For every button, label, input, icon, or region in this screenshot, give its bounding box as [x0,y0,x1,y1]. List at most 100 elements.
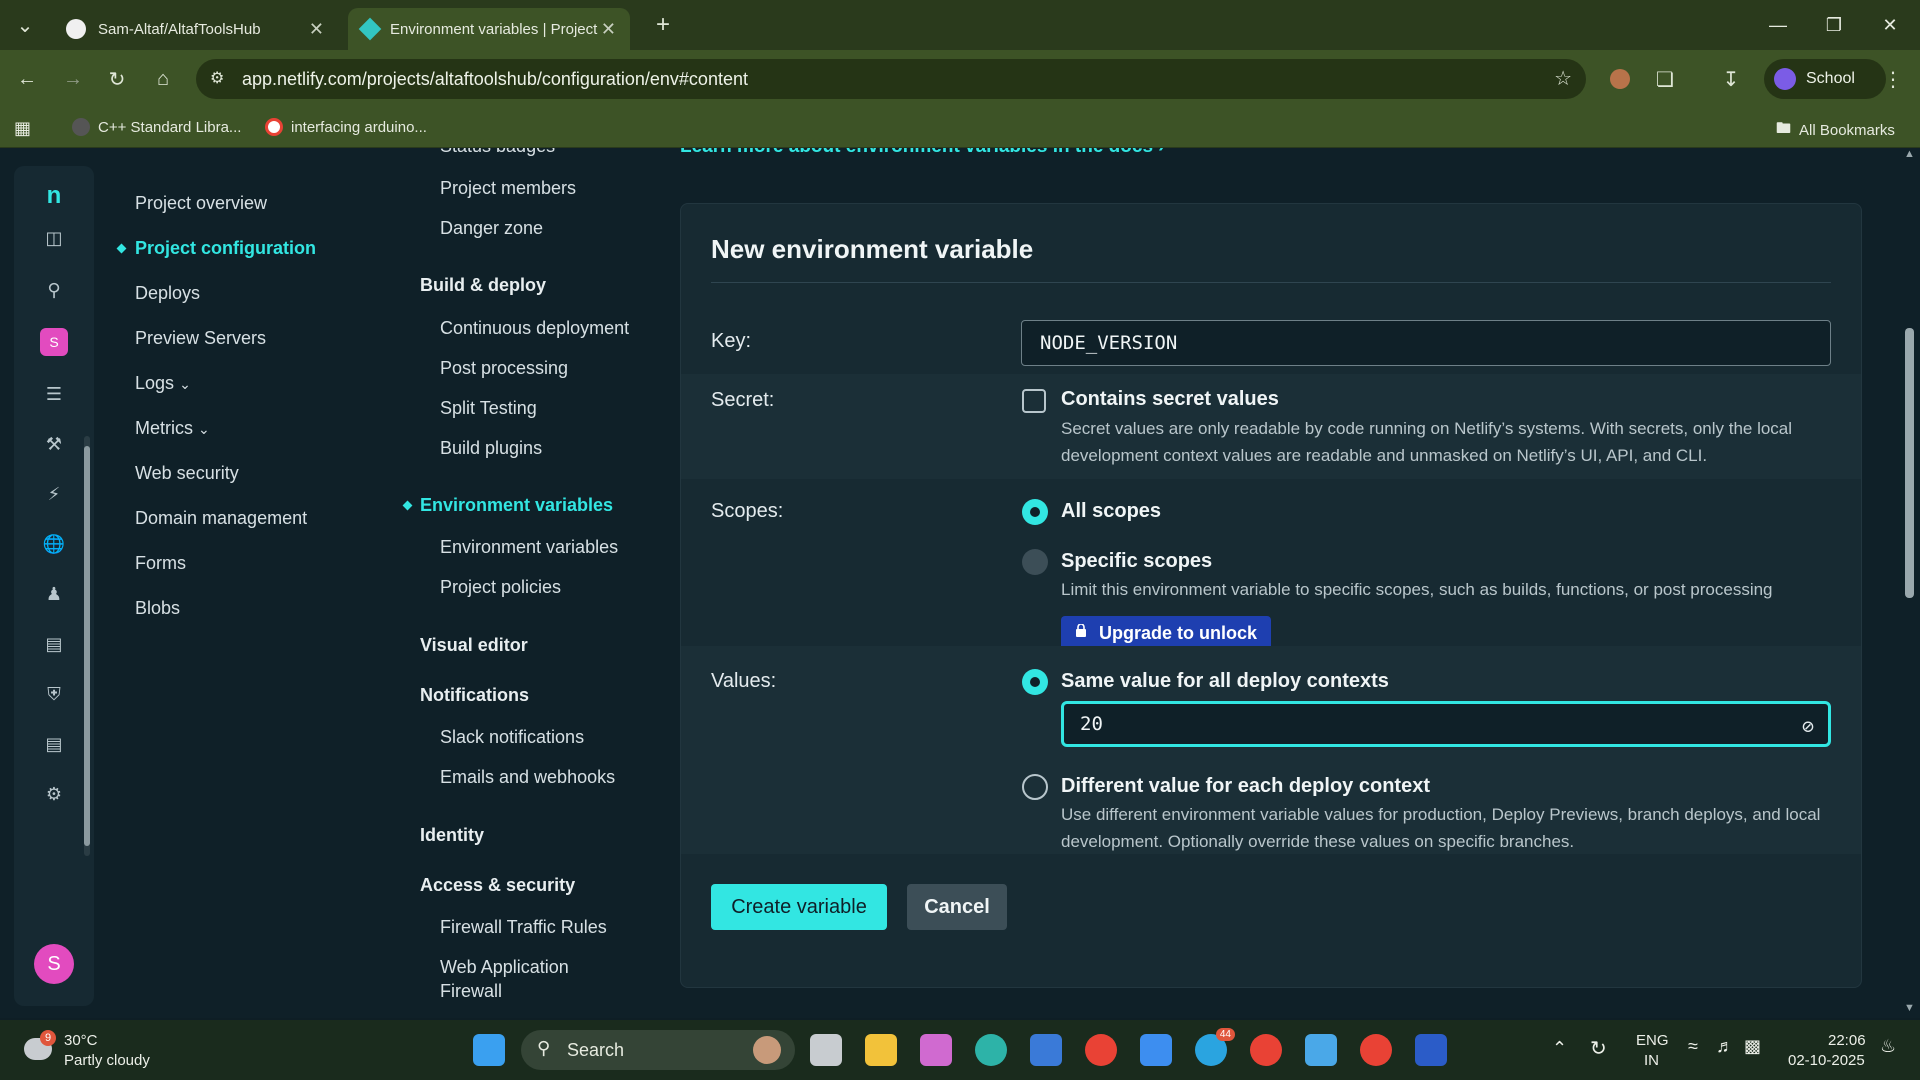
bookmark-star-icon[interactable]: ☆ [1554,66,1572,91]
subnav-project-policies[interactable]: Project policies [440,577,561,598]
search-icon[interactable]: ⚲ [40,276,68,304]
subnav-slack-notifications[interactable]: Slack notifications [440,727,584,748]
nav-web-security[interactable]: Web security [135,463,239,484]
language-top[interactable]: ENG [1636,1032,1669,1049]
close-tab-icon[interactable]: ✕ [601,19,616,40]
specific-scopes-radio[interactable] [1022,549,1048,575]
shield-icon[interactable]: ⛨ [40,680,68,708]
cancel-button[interactable]: Cancel [907,884,1007,930]
subnav-project-members[interactable]: Project members [440,178,576,199]
reload-icon[interactable]: ↻ [100,62,134,96]
tray-chevron-icon[interactable]: ⌃ [1552,1038,1567,1059]
gear-icon[interactable]: ⚙ [40,780,68,808]
key-input[interactable]: NODE_VERSION [1021,320,1831,366]
bookmark-arduino[interactable]: interfacing arduino... [265,118,427,136]
site-settings-icon[interactable]: ⚙ [210,68,224,88]
telegram-icon[interactable]: 44 [1195,1028,1235,1066]
minimize-icon[interactable]: — [1750,0,1806,50]
layers-icon[interactable]: ☰ [40,380,68,408]
subnav-visual-editor[interactable]: Visual editor [420,635,528,656]
weather-widget[interactable]: 9 30°C Partly cloudy [22,1030,162,1070]
page-scrollbar[interactable]: ▲ ▼ [1902,148,1916,1018]
scrollbar-thumb[interactable] [1905,328,1914,598]
netlify-logo-icon[interactable]: n [40,182,68,210]
bookmark-cpp[interactable]: C++ Standard Libra... [72,118,241,136]
home-icon[interactable]: ⌂ [146,62,180,96]
chrome-active-icon[interactable] [1250,1034,1282,1066]
sync-icon[interactable]: ↻ [1590,1036,1607,1061]
subnav-split-testing[interactable]: Split Testing [440,398,537,419]
menu-kebab-icon[interactable]: ⋮ [1876,62,1910,96]
language-bottom[interactable]: IN [1644,1052,1659,1069]
subnav-danger-zone[interactable]: Danger zone [440,218,543,239]
members-icon[interactable]: ♟ [40,580,68,608]
file-explorer-icon[interactable] [865,1034,897,1066]
battery-icon[interactable]: ▩ [1744,1036,1761,1057]
word-icon[interactable] [1415,1034,1447,1066]
same-value-radio[interactable] [1022,669,1048,695]
store-icon[interactable] [1030,1034,1062,1066]
windows-start-icon[interactable] [473,1034,505,1066]
tab-netlify-env[interactable]: Environment variables | Project ✕ [348,8,630,50]
nav-preview-servers[interactable]: Preview Servers [135,328,266,349]
learn-more-link[interactable]: Learn more about environment variables i… [680,148,1165,158]
subnav-status-badges[interactable]: Status badges [440,148,555,157]
subnav-build-deploy[interactable]: Build & deploy [420,275,546,296]
notepad-icon[interactable] [1305,1034,1337,1066]
subnav-notifications[interactable]: Notifications [420,685,529,706]
different-value-radio[interactable] [1022,774,1048,800]
profile-button[interactable]: School [1764,59,1886,99]
subnav-waf-line1[interactable]: Web Application [440,957,569,978]
subnav-continuous-deployment[interactable]: Continuous deployment [440,318,629,339]
todo-icon[interactable] [1140,1034,1172,1066]
create-variable-button[interactable]: Create variable [711,884,887,930]
subnav-environment-variables[interactable]: Environment variables [440,537,618,558]
rail-scrollbar[interactable] [84,436,90,856]
subnav-identity[interactable]: Identity [420,825,484,846]
notifications-bell-icon[interactable]: ♨ [1880,1036,1896,1057]
nav-project-configuration[interactable]: Project configuration [135,238,316,259]
hammer-icon[interactable]: ⚒ [40,430,68,458]
tab-search-chevron-icon[interactable]: ⌄ [8,8,42,42]
nav-project-overview[interactable]: Project overview [135,193,267,214]
wifi-icon[interactable]: ≈ [1688,1036,1698,1057]
apps-grid-icon[interactable]: ▦ [14,118,31,139]
cookie-extension-icon[interactable] [1603,62,1637,96]
close-tab-icon[interactable]: ✕ [309,19,324,40]
forward-icon[interactable]: → [56,62,90,96]
sidebar-toggle-icon[interactable]: ◫ [40,224,68,252]
subnav-emails-webhooks[interactable]: Emails and webhooks [440,767,615,788]
new-tab-icon[interactable]: + [646,8,680,42]
team-avatar[interactable]: S [40,328,68,356]
nav-logs[interactable]: Logs ⌄ [135,373,191,394]
scroll-down-icon[interactable]: ▼ [1904,1002,1915,1014]
chrome-icon[interactable] [1085,1034,1117,1066]
clock-time[interactable]: 22:06 [1828,1032,1866,1049]
subnav-build-plugins[interactable]: Build plugins [440,438,542,459]
clock-date[interactable]: 02-10-2025 [1788,1052,1865,1069]
nav-deploys[interactable]: Deploys [135,283,200,304]
nav-metrics[interactable]: Metrics ⌄ [135,418,210,439]
all-bookmarks[interactable]: 🖿 All Bookmarks [1776,118,1895,143]
value-input[interactable]: 20 ⊘ [1061,701,1831,747]
tab-github[interactable]: Sam-Altaf/AltafToolsHub ✕ [52,8,338,50]
edge-icon[interactable] [975,1034,1007,1066]
taskbar-search[interactable]: ⚲ Search [521,1030,795,1070]
subnav-post-processing[interactable]: Post processing [440,358,568,379]
upgrade-to-unlock-button[interactable]: Upgrade to unlock [1061,616,1272,650]
nav-domain-management[interactable]: Domain management [135,508,307,529]
close-window-icon[interactable]: ✕ [1862,0,1918,50]
user-avatar[interactable]: S [34,944,74,984]
back-icon[interactable]: ← [10,62,44,96]
globe-icon[interactable]: 🌐 [40,530,68,558]
logs-icon[interactable]: ▤ [40,730,68,758]
scroll-up-icon[interactable]: ▲ [1904,148,1915,160]
nav-blobs[interactable]: Blobs [135,598,180,619]
all-scopes-radio[interactable] [1022,499,1048,525]
copilot-icon[interactable] [920,1034,952,1066]
eye-slash-icon[interactable]: ⊘ [1802,714,1814,738]
subnav-firewall-rules[interactable]: Firewall Traffic Rules [440,917,607,938]
chrome-profile-icon[interactable] [1360,1034,1392,1066]
nav-forms[interactable]: Forms [135,553,186,574]
secret-checkbox[interactable] [1022,389,1046,413]
